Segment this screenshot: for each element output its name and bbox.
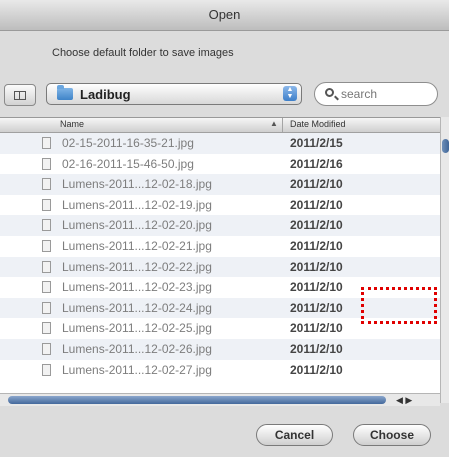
- image-file-icon: [42, 198, 51, 211]
- image-file-icon: [42, 178, 51, 191]
- folder-icon: [57, 85, 73, 100]
- file-row[interactable]: Lumens-2011...12-02-22.jpg 2011/2/10: [0, 256, 440, 278]
- search-field[interactable]: [314, 82, 438, 106]
- column-header-name[interactable]: Name: [60, 119, 84, 129]
- file-date: 2011/2/15: [290, 136, 343, 150]
- image-file-icon: [42, 260, 51, 273]
- column-view-icon: [14, 90, 26, 100]
- file-row[interactable]: Lumens-2011...12-02-19.jpg 2011/2/10: [0, 195, 440, 216]
- window-title: Open: [0, 0, 449, 31]
- file-date: 2011/2/10: [290, 300, 343, 315]
- file-list[interactable]: Name ▲ Date Modified 02-15-2011-16-35-21…: [0, 117, 440, 404]
- file-name: Lumens-2011...12-02-24.jpg: [62, 300, 212, 315]
- file-name: Lumens-2011...12-02-25.jpg: [62, 321, 212, 336]
- file-row[interactable]: Lumens-2011...12-02-27.jpg 2011/2/10: [0, 360, 440, 381]
- horizontal-scroll-thumb[interactable]: [8, 396, 386, 404]
- vertical-scrollbar[interactable]: [440, 117, 449, 403]
- file-row[interactable]: Lumens-2011...12-02-18.jpg 2011/2/10: [0, 174, 440, 195]
- search-input[interactable]: [339, 86, 433, 102]
- image-file-icon: [42, 219, 51, 232]
- file-name: Lumens-2011...12-02-19.jpg: [62, 197, 212, 212]
- file-date: 2011/2/10: [290, 197, 343, 212]
- file-date: 2011/2/10: [290, 177, 343, 192]
- file-row[interactable]: 02-15-2011-16-35-21.jpg 2011/2/15: [0, 133, 440, 154]
- file-name: Lumens-2011...12-02-21.jpg: [62, 238, 212, 253]
- image-file-icon: [42, 281, 51, 294]
- image-file-icon: [42, 239, 51, 252]
- column-divider: [282, 118, 283, 132]
- scroll-arrows-icon[interactable]: ◀ ▶: [396, 394, 412, 406]
- list-header: Name ▲ Date Modified: [0, 118, 440, 133]
- view-mode-button[interactable]: [4, 84, 36, 106]
- file-date: 2011/2/10: [290, 259, 343, 274]
- image-file-icon: [42, 157, 51, 170]
- cancel-button[interactable]: Cancel: [256, 424, 333, 446]
- image-file-icon: [42, 363, 51, 376]
- file-name: 02-15-2011-16-35-21.jpg: [62, 136, 194, 150]
- image-file-icon: [42, 322, 51, 335]
- file-name: Lumens-2011...12-02-23.jpg: [62, 280, 212, 295]
- column-header-date[interactable]: Date Modified: [290, 119, 346, 129]
- file-row[interactable]: Lumens-2011...12-02-20.jpg 2011/2/10: [0, 215, 440, 236]
- file-date: 2011/2/10: [290, 218, 343, 233]
- search-icon: [325, 88, 334, 97]
- file-name: Lumens-2011...12-02-18.jpg: [62, 177, 212, 192]
- image-file-icon: [42, 301, 51, 314]
- file-date: 2011/2/16: [290, 156, 343, 171]
- popup-arrows-icon: ▲ ▼: [283, 86, 297, 101]
- file-name: Lumens-2011...12-02-22.jpg: [62, 259, 212, 274]
- folder-popup[interactable]: Ladibug ▲ ▼: [46, 83, 302, 105]
- file-date: 2011/2/10: [290, 238, 343, 253]
- image-file-icon: [42, 342, 51, 355]
- file-date: 2011/2/10: [290, 341, 343, 356]
- file-row[interactable]: Lumens-2011...12-02-21.jpg 2011/2/10: [0, 236, 440, 257]
- file-name: Lumens-2011...12-02-27.jpg: [62, 362, 212, 377]
- horizontal-scrollbar[interactable]: ◀ ▶: [0, 393, 440, 406]
- vertical-scroll-thumb[interactable]: [442, 139, 449, 153]
- file-name: Lumens-2011...12-02-26.jpg: [62, 341, 212, 356]
- file-row[interactable]: Lumens-2011...12-02-26.jpg 2011/2/10: [0, 338, 440, 360]
- prompt-text: Choose default folder to save images: [52, 47, 234, 59]
- file-date: 2011/2/10: [290, 280, 343, 295]
- file-date: 2011/2/10: [290, 321, 343, 336]
- file-name: Lumens-2011...12-02-20.jpg: [62, 218, 212, 233]
- folder-popup-label: Ladibug: [80, 87, 131, 102]
- file-date: 2011/2/10: [290, 362, 343, 377]
- choose-button[interactable]: Choose: [353, 424, 431, 446]
- sort-arrow-icon: ▲: [270, 119, 278, 128]
- image-file-icon: [42, 137, 51, 149]
- toolbar: Ladibug ▲ ▼: [0, 82, 449, 110]
- red-dotted-highlight-marker: [361, 287, 437, 324]
- file-row[interactable]: 02-16-2011-15-46-50.jpg 2011/2/16: [0, 154, 440, 175]
- file-name: 02-16-2011-15-46-50.jpg: [62, 156, 194, 171]
